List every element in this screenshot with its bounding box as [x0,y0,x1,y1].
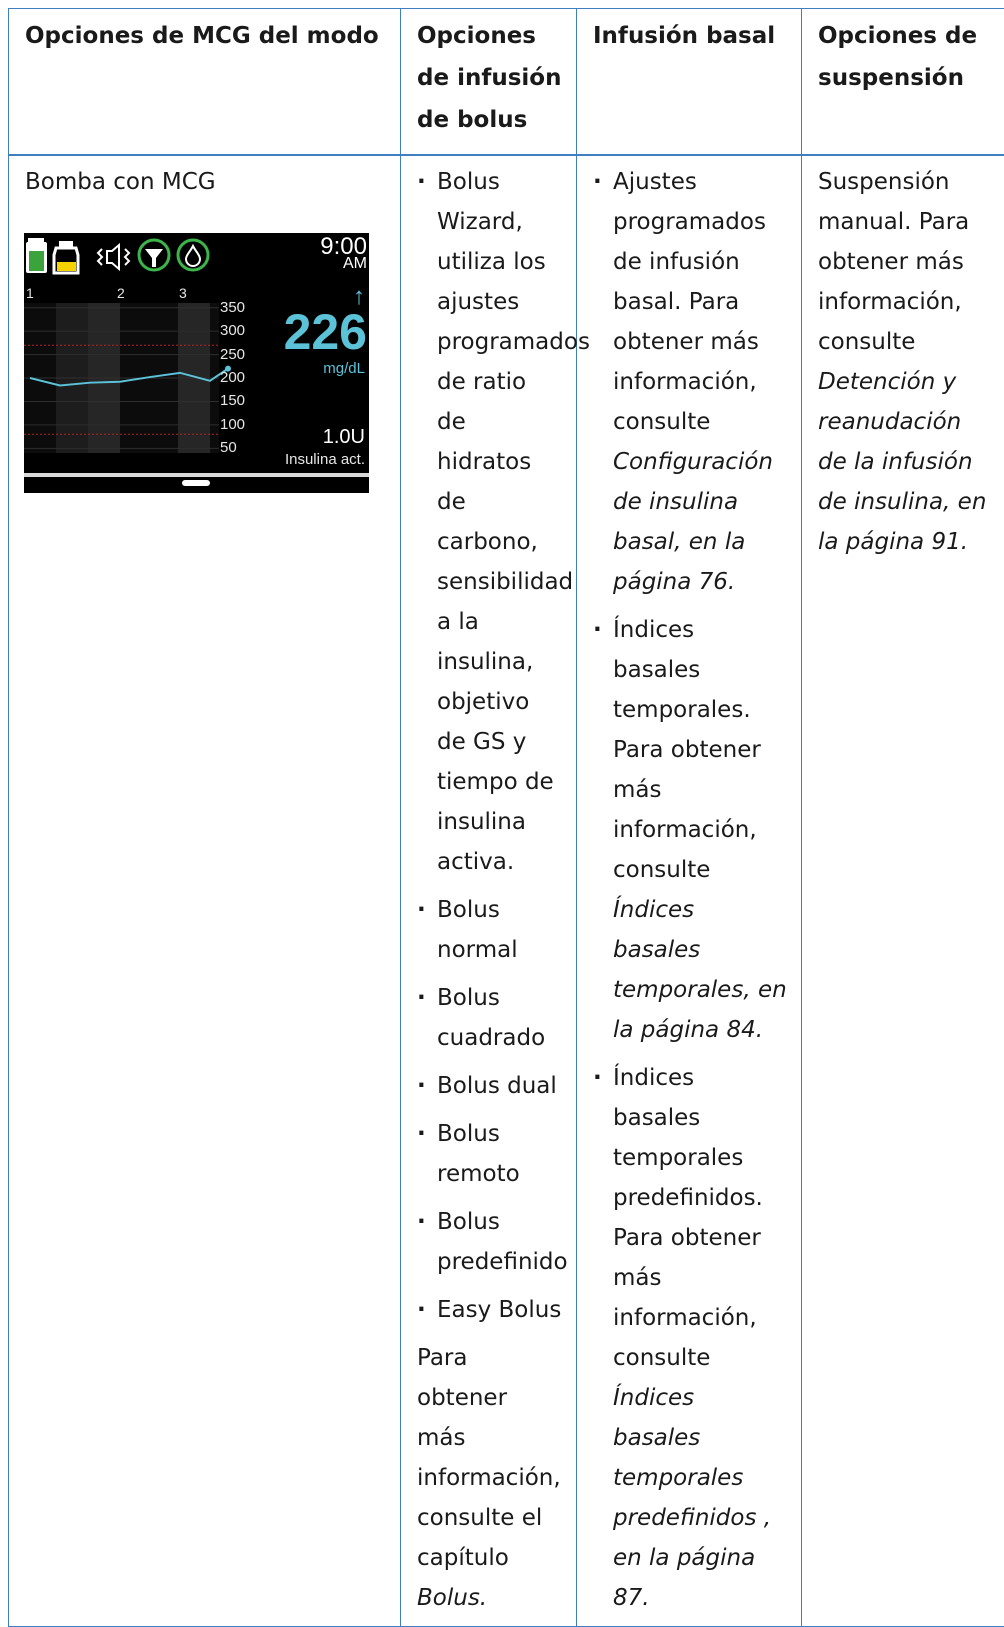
header-basal-text: Infusión basal [577,15,801,57]
bolus-option-item: Bolus cuadrado [417,978,562,1058]
glucose-value: 226 [284,307,367,357]
sensor-connection-icon [139,240,169,270]
basal-option-ref-link[interactable]: Índices basales temporales predefinidos … [613,1385,771,1611]
active-insulin-label: Insulina act. [285,451,365,468]
active-insulin-value: 1.0U [323,426,365,449]
chart-y-tick-label: 250 [220,346,245,363]
header-mode-text: Opciones de MCG del modo [9,15,400,57]
chart-y-tick-label: 200 [220,369,245,386]
pump-home-screen: 9:00 AM ↑ 226 mg/dL 1.0U Insulina act. 1… [24,233,369,493]
battery-icon [26,238,47,273]
chart-hour-label: 3 [179,285,187,301]
basal-option-item: Ajustes programados de infusión basal. P… [593,162,787,602]
header-cell-suspend: Opciones de suspensión [802,9,1004,156]
bolus-note-text: Para obtener más información, consulte e… [417,1345,561,1571]
chart-y-tick-label: 350 [220,299,245,316]
basal-options-list: Ajustes programados de infusión basal. P… [593,162,787,1618]
suspend-paragraph: Suspensión manual. Para obtener más info… [818,162,994,562]
basal-option-ref-link[interactable]: Configuración de insulina basal, en la p… [613,449,773,595]
header-cell-basal: Infusión basal [577,9,802,156]
chart-hour-label: 2 [117,285,125,301]
basal-option-text: Índices basales temporales predefinidos.… [613,1065,763,1371]
cell-basal: Ajustes programados de infusión basal. P… [577,155,802,1627]
chart-y-tick-label: 50 [220,439,237,456]
bolus-option-item: Easy Bolus [417,1290,562,1330]
bolus-options-list: Bolus Wizard, utiliza los ajustes progra… [417,162,562,1330]
table-header-row: Opciones de MCG del modo Opciones de inf… [9,9,1004,156]
calibration-drop-icon [178,240,208,270]
bolus-option-item: Bolus predefinido [417,1202,562,1282]
bolus-option-item: Bolus remoto [417,1114,562,1194]
glucose-unit: mg/dL [323,360,365,377]
basal-option-item: Índices basales temporales. Para obtener… [593,610,787,1050]
chart-hour-label: 1 [26,285,34,301]
bolus-note: Para obtener más información, consulte e… [417,1338,562,1618]
bolus-option-item: Bolus Wizard, utiliza los ajustes progra… [417,162,562,882]
scroll-indicator [182,480,210,486]
basal-option-ref-link[interactable]: Índices basales temporales, en la página… [613,897,787,1043]
cell-suspend: Suspensión manual. Para obtener más info… [802,155,1004,1627]
header-bolus-text: Opciones de infusión de bolus [401,15,576,141]
header-cell-bolus: Opciones de infusión de bolus [401,9,577,156]
basal-option-item: Índices basales temporales predefinidos.… [593,1058,787,1618]
clock-ampm: AM [343,255,367,273]
basal-option-text: Ajustes programados de infusión basal. P… [613,169,766,435]
cell-bolus: Bolus Wizard, utiliza los ajustes progra… [401,155,577,1627]
reservoir-icon [54,241,78,273]
basal-option-text: Índices basales temporales. Para obtener… [613,617,761,883]
chart-y-tick-label: 300 [220,322,245,339]
bolus-option-item: Bolus normal [417,890,562,970]
header-suspend-text: Opciones de suspensión [802,15,1004,99]
screen-divider [24,473,369,477]
suspend-text: Suspensión manual. Para obtener más info… [818,169,969,355]
bolus-option-item: Bolus dual [417,1066,562,1106]
suspend-ref-link[interactable]: Detención y reanudación de la infusión d… [818,369,986,555]
mode-name: Bomba con MCG [9,156,400,202]
chart-y-tick-label: 150 [220,392,245,409]
header-cell-mode: Opciones de MCG del modo [9,9,401,156]
bolus-chapter-link[interactable]: Bolus. [417,1585,487,1611]
audio-vibrate-icon [98,245,129,269]
document-page: Opciones de MCG del modo Opciones de inf… [0,0,1004,1536]
chart-y-tick-label: 100 [220,416,245,433]
